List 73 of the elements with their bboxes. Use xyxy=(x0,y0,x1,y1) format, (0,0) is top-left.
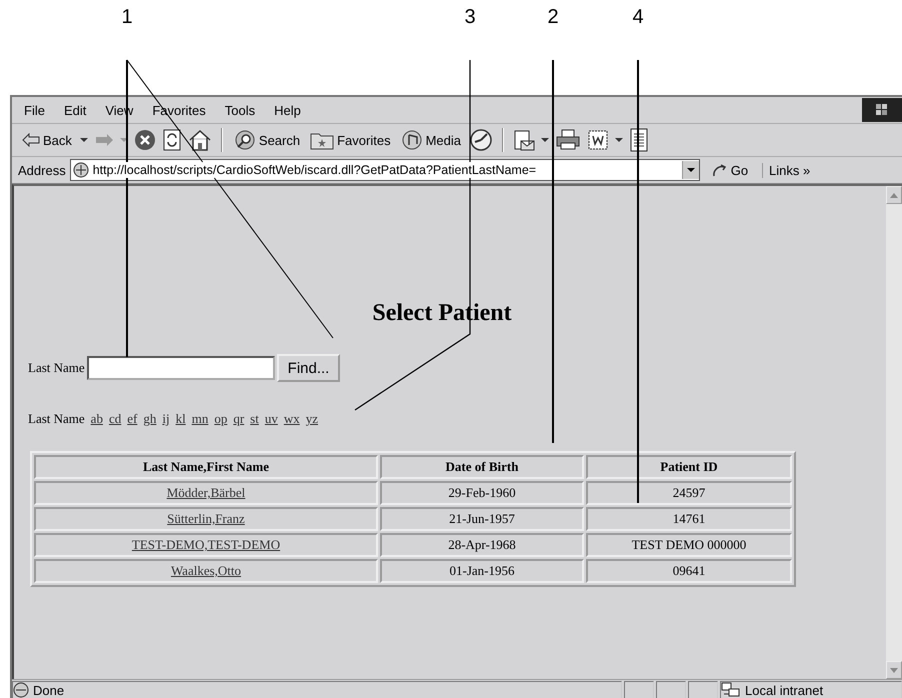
scrollbar[interactable] xyxy=(886,186,902,679)
letter-link[interactable]: st xyxy=(250,411,259,427)
letter-link[interactable]: wx xyxy=(284,411,300,427)
address-field[interactable]: http://localhost/scripts/CardioSoftWeb/iscard.dll?GetPatData?PatientLastName= xyxy=(70,159,700,181)
table-cell: 28-Apr-1968 xyxy=(380,533,584,557)
favorites-button[interactable]: Favorites xyxy=(308,130,393,150)
dropdown-arrow-icon[interactable] xyxy=(686,167,695,173)
music-note-icon xyxy=(400,129,423,151)
stop-icon[interactable] xyxy=(134,129,156,151)
column-header: Patient ID xyxy=(586,455,792,479)
letter-link[interactable]: ab xyxy=(90,411,103,427)
magnifier-icon xyxy=(234,129,256,151)
down-arrow-icon xyxy=(890,668,898,672)
scroll-down-button[interactable] xyxy=(886,661,902,679)
table-cell: 24597 xyxy=(586,481,792,505)
column-header: Date of Birth xyxy=(380,455,584,479)
up-arrow-icon xyxy=(890,192,898,198)
scroll-up-button[interactable] xyxy=(886,186,902,204)
dropdown-arrow-icon[interactable] xyxy=(120,137,128,143)
letter-link[interactable]: qr xyxy=(233,411,244,427)
table-cell: 29-Feb-1960 xyxy=(380,481,584,505)
history-icon[interactable] xyxy=(469,128,493,152)
go-button[interactable]: Go xyxy=(710,162,750,178)
home-icon[interactable] xyxy=(188,129,212,151)
go-arrow-icon xyxy=(712,163,728,177)
letter-link[interactable]: yz xyxy=(306,411,318,427)
dropdown-arrow-icon[interactable] xyxy=(80,137,88,143)
callout-number: 1 xyxy=(120,6,134,29)
patient-link[interactable]: Sütterlin,Franz xyxy=(167,511,245,526)
column-header: Last Name,First Name xyxy=(34,455,378,479)
field-label: Last Name xyxy=(28,411,85,427)
menu-item[interactable]: Help xyxy=(274,102,301,118)
table-cell: 21-Jun-1957 xyxy=(380,507,584,531)
callout-number: 4 xyxy=(631,6,645,29)
letter-link[interactable]: gh xyxy=(143,411,156,427)
refresh-icon[interactable] xyxy=(162,129,182,151)
menu-item[interactable]: Tools xyxy=(224,102,256,118)
callout-number: 2 xyxy=(546,6,560,29)
letter-link[interactable]: cd xyxy=(108,411,122,427)
letter-link[interactable]: uv xyxy=(264,411,278,427)
address-label: Address xyxy=(18,162,66,178)
media-button[interactable]: Media xyxy=(398,129,463,151)
letter-link[interactable]: ef xyxy=(127,411,138,427)
status-text: Done xyxy=(33,682,64,698)
letter-link[interactable]: kl xyxy=(176,411,186,427)
field-label: Last Name xyxy=(28,360,85,376)
links-button[interactable]: Links » xyxy=(762,162,810,178)
mail-icon[interactable] xyxy=(513,129,535,151)
callout-number: 3 xyxy=(463,6,477,29)
find-button[interactable]: Find... xyxy=(276,354,340,382)
menu-item[interactable]: File xyxy=(24,102,45,118)
patient-link[interactable]: Waalkes,Otto xyxy=(170,563,242,578)
table-cell: 14761 xyxy=(586,507,792,531)
search-button[interactable]: Search xyxy=(232,129,302,151)
page-icon xyxy=(72,162,89,178)
network-icon xyxy=(721,682,741,698)
patient-link[interactable]: TEST-DEMO,TEST-DEMO xyxy=(132,537,280,552)
patient-link[interactable]: Mödder,Bärbel xyxy=(166,485,246,500)
table-cell: 09641 xyxy=(586,559,792,583)
dropdown-arrow-icon[interactable] xyxy=(615,137,623,143)
table-cell: TEST DEMO 000000 xyxy=(586,533,792,557)
printer-icon[interactable] xyxy=(555,129,581,151)
letter-link[interactable]: mn xyxy=(192,411,208,427)
letter-link[interactable]: op xyxy=(214,411,228,427)
table-cell: 01-Jan-1956 xyxy=(380,559,584,583)
zone-text: Local intranet xyxy=(745,682,824,698)
last-name-field[interactable] xyxy=(86,356,275,380)
back-button[interactable]: Back xyxy=(20,132,74,148)
letter-link[interactable]: ij xyxy=(162,411,170,427)
edit-document-icon[interactable] xyxy=(587,129,609,151)
dropdown-arrow-icon[interactable] xyxy=(541,137,549,143)
menu-item[interactable]: Edit xyxy=(64,102,86,118)
back-arrow-icon xyxy=(22,133,40,147)
